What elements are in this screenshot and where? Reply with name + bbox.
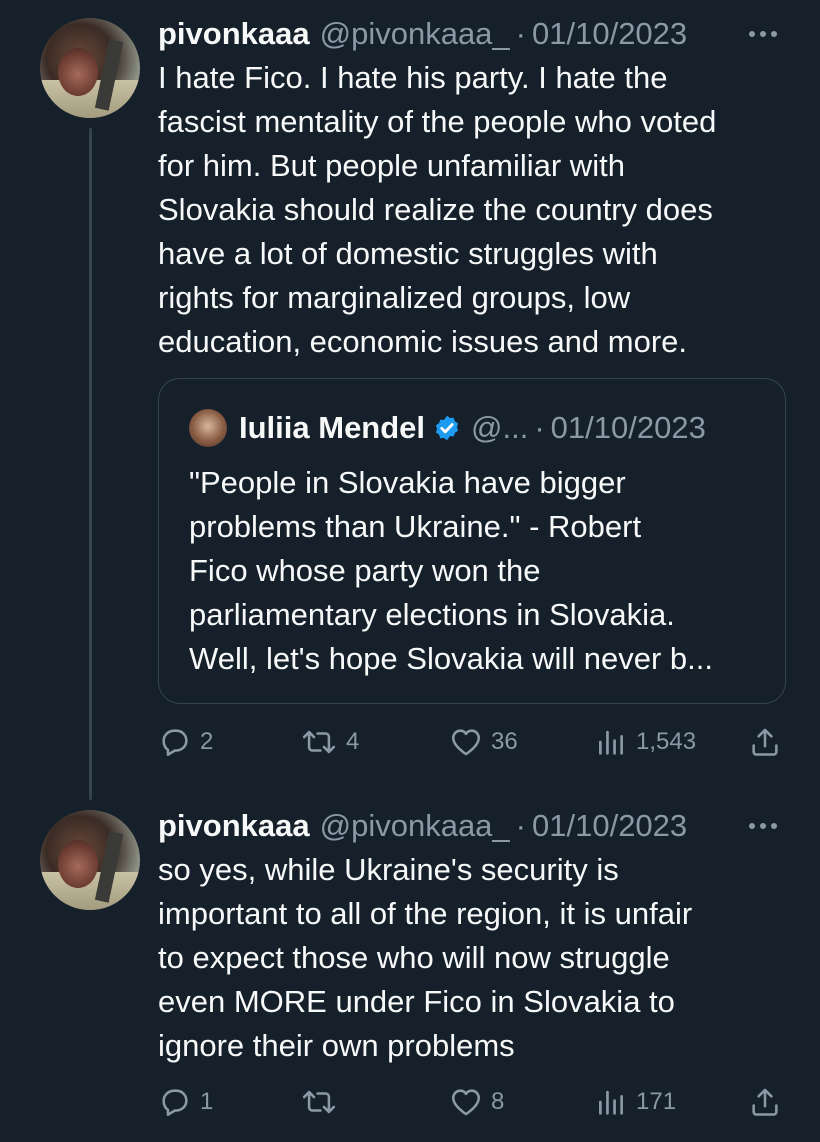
retweet-icon <box>300 725 338 759</box>
quoted-tweet-header: Iuliia Mendel @... · 01/10/2023 <box>239 407 706 449</box>
display-name[interactable]: Iuliia Mendel <box>239 410 425 446</box>
thread-line <box>89 128 92 800</box>
display-name[interactable]: pivonkaaa <box>158 808 310 844</box>
more-icon[interactable] <box>746 14 780 54</box>
tweet-header: pivonkaaa @pivonkaaa_ · 01/10/2023 <box>158 14 687 54</box>
tweet-text: I hate Fico. I hate his party. I hate th… <box>158 60 717 359</box>
views-icon <box>594 725 628 759</box>
separator-dot: · <box>515 808 526 843</box>
reply-button[interactable]: 2 <box>158 720 213 764</box>
reply-icon <box>158 1085 192 1119</box>
reply-button[interactable]: 1 <box>158 1080 213 1124</box>
tweet-text: so yes, while Ukraine's security is impo… <box>158 852 693 1063</box>
reply-icon <box>158 725 192 759</box>
share-icon <box>748 1085 782 1119</box>
avatar[interactable] <box>40 18 140 118</box>
verified-badge-icon <box>433 414 461 442</box>
avatar-face <box>58 840 98 888</box>
retweet-count: 4 <box>346 728 360 755</box>
views-count: 1,543 <box>636 728 697 755</box>
separator-dot: · <box>515 16 526 51</box>
timestamp[interactable]: 01/10/2023 <box>532 808 687 844</box>
tweet-actions: 2 4 36 1,543 <box>0 720 820 764</box>
separator-dot: · <box>534 410 545 445</box>
tweet-header: pivonkaaa @pivonkaaa_ · 01/10/2023 <box>158 806 687 846</box>
like-icon <box>449 1085 483 1119</box>
quoted-tweet[interactable]: Iuliia Mendel @... · 01/10/2023 "People … <box>158 378 786 704</box>
handle[interactable]: @pivonkaaa_ <box>320 808 510 844</box>
share-button[interactable] <box>748 720 782 764</box>
avatar[interactable] <box>40 810 140 910</box>
handle[interactable]: @pivonkaaa_ <box>320 16 510 52</box>
like-button[interactable]: 36 <box>449 720 518 764</box>
like-button[interactable]: 8 <box>449 1080 504 1124</box>
retweet-button[interactable]: 4 <box>300 720 359 764</box>
avatar-face <box>58 48 98 96</box>
tweet[interactable]: pivonkaaa @pivonkaaa_ · 01/10/2023 so ye… <box>0 800 820 1142</box>
views-button[interactable]: 1,543 <box>594 720 696 764</box>
reply-count: 1 <box>200 1088 214 1115</box>
more-icon[interactable] <box>746 806 780 846</box>
like-count: 8 <box>491 1088 505 1115</box>
tweet-actions: 1 8 171 <box>0 1080 820 1124</box>
timestamp[interactable]: 01/10/2023 <box>551 410 706 446</box>
avatar[interactable] <box>189 409 227 447</box>
tweet[interactable]: pivonkaaa @pivonkaaa_ · 01/10/2023 I hat… <box>0 0 820 800</box>
like-count: 36 <box>491 728 518 755</box>
handle[interactable]: @... <box>471 410 528 446</box>
quoted-tweet-text: "People in Slovakia have bigger problems… <box>189 465 713 676</box>
retweet-icon <box>300 1085 338 1119</box>
views-count: 171 <box>636 1088 677 1115</box>
views-icon <box>594 1085 628 1119</box>
display-name[interactable]: pivonkaaa <box>158 16 310 52</box>
retweet-button[interactable] <box>300 1080 346 1124</box>
timestamp[interactable]: 01/10/2023 <box>532 16 687 52</box>
like-icon <box>449 725 483 759</box>
reply-count: 2 <box>200 728 214 755</box>
share-button[interactable] <box>748 1080 782 1124</box>
share-icon <box>748 725 782 759</box>
views-button[interactable]: 171 <box>594 1080 676 1124</box>
